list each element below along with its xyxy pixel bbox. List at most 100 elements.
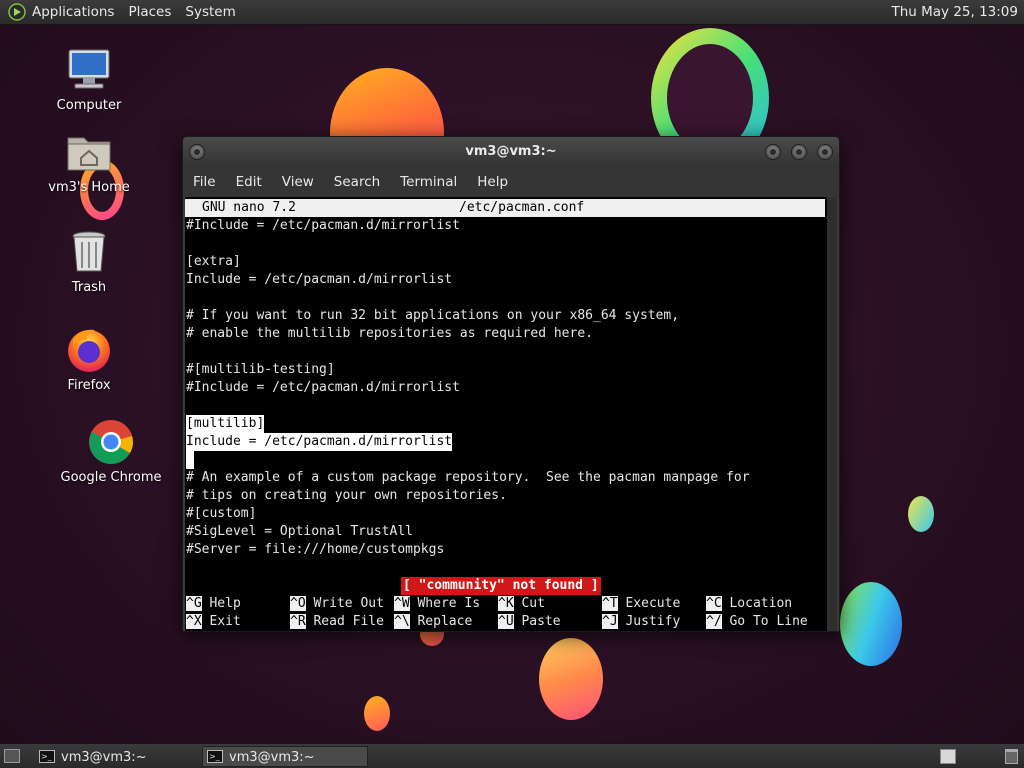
top-panel: Applications Places System Thu May 25, 1… <box>0 0 1024 25</box>
clock[interactable]: Thu May 25, 13:09 <box>891 4 1018 20</box>
shortcut-key: ^K <box>498 596 514 611</box>
shortcut-go-to-line[interactable]: ^/ Go To Line <box>706 613 808 631</box>
shade-button[interactable] <box>765 144 781 160</box>
editor-line[interactable]: # An example of a custom package reposit… <box>186 469 750 487</box>
decorative-blob <box>908 496 934 532</box>
shortcut-location[interactable]: ^C Location <box>706 595 792 613</box>
terminal-menubar: File Edit View Search Terminal Help <box>183 167 839 197</box>
shortcut-label: Help <box>209 596 241 611</box>
desktop-icon-home[interactable]: vm3's Home <box>29 128 149 195</box>
shortcut-key: ^J <box>602 614 618 629</box>
taskbar-item-terminal-2[interactable]: >_ vm3@vm3:~ <box>202 746 368 767</box>
window-titlebar[interactable]: vm3@vm3:~ <box>183 137 839 167</box>
shortcut-key: ^O <box>290 596 306 611</box>
shortcut-label: Go To Line <box>729 614 808 629</box>
editor-line[interactable]: #Include = /etc/pacman.d/mirrorlist <box>186 217 460 235</box>
editor-line[interactable]: # tips on creating your own repositories… <box>186 487 507 505</box>
nano-header: GNU nano 7.2 /etc/pacman.conf <box>185 199 825 217</box>
computer-icon <box>68 49 110 89</box>
shortcut-key: ^T <box>602 596 618 611</box>
shortcut-write-out[interactable]: ^O Write Out <box>290 595 384 613</box>
editor-line[interactable]: #[multilib-testing] <box>186 361 335 379</box>
menu-edit[interactable]: Edit <box>236 174 262 190</box>
shortcut-exit[interactable]: ^X Exit <box>186 613 241 631</box>
shortcut-label: Write Out <box>313 596 384 611</box>
shortcut-where-is[interactable]: ^W Where Is <box>394 595 480 613</box>
trash-applet-icon[interactable] <box>1005 749 1018 764</box>
editor-line-selected[interactable]: [multilib] <box>186 415 265 433</box>
shortcut-label: Paste <box>521 614 561 629</box>
shortcut-label: Cut <box>521 596 545 611</box>
chrome-icon <box>89 420 133 464</box>
terminal-icon: >_ <box>207 750 223 763</box>
shortcut-key: ^X <box>186 614 202 629</box>
distro-logo-icon[interactable] <box>8 3 26 21</box>
editor-line[interactable]: #[custom] <box>186 505 256 523</box>
editor-line[interactable]: #Server = file:///home/custompkgs <box>186 541 444 559</box>
desktop-icon-label: Google Chrome <box>60 470 162 485</box>
nano-version: GNU nano 7.2 <box>202 200 296 215</box>
desktop-icon-label: vm3's Home <box>48 180 130 195</box>
shortcut-cut[interactable]: ^K Cut <box>498 595 545 613</box>
text-cursor <box>186 451 194 469</box>
shortcut-paste[interactable]: ^U Paste <box>498 613 561 631</box>
shortcut-key: ^W <box>394 596 410 611</box>
trash-icon <box>72 231 106 272</box>
menu-help[interactable]: Help <box>477 174 508 190</box>
editor-line[interactable]: #SigLevel = Optional TrustAll <box>186 523 413 541</box>
menu-search[interactable]: Search <box>334 174 380 190</box>
shortcut-key: ^U <box>498 614 514 629</box>
shortcut-justify[interactable]: ^J Justify <box>602 613 680 631</box>
shortcut-label: Where Is <box>417 596 481 611</box>
places-menu[interactable]: Places <box>128 4 179 20</box>
nano-status-message: [ "community" not found ] <box>401 577 601 595</box>
minimize-button[interactable] <box>791 144 807 160</box>
window-title: vm3@vm3:~ <box>465 144 557 159</box>
shortcut-replace[interactable]: ^\ Replace <box>394 613 472 631</box>
menu-terminal[interactable]: Terminal <box>400 174 457 190</box>
shortcut-label: Exit <box>209 614 241 629</box>
desktop-icon-computer[interactable]: Computer <box>29 46 149 113</box>
desktop-icon-label: Firefox <box>67 378 111 393</box>
taskbar-item-terminal-1[interactable]: >_ vm3@vm3:~ <box>34 746 200 767</box>
shortcut-label: Location <box>729 596 793 611</box>
home-folder-icon <box>67 137 111 171</box>
shortcut-read-file[interactable]: ^R Read File <box>290 613 384 631</box>
terminal-area[interactable]: GNU nano 7.2 /etc/pacman.conf #Include =… <box>185 197 827 631</box>
editor-line[interactable]: Include = /etc/pacman.d/mirrorlist <box>186 271 452 289</box>
show-desktop-icon[interactable] <box>4 749 20 763</box>
menu-file[interactable]: File <box>193 174 216 190</box>
bottom-panel: >_ vm3@vm3:~ >_ vm3@vm3:~ <box>0 743 1024 768</box>
editor-line[interactable]: # If you want to run 32 bit applications… <box>186 307 679 325</box>
editor-line-selected[interactable]: Include = /etc/pacman.d/mirrorlist <box>186 433 453 451</box>
shortcut-label: Read File <box>313 614 384 629</box>
menu-view[interactable]: View <box>282 174 314 190</box>
applications-menu[interactable]: Applications <box>32 4 122 20</box>
shortcut-label: Justify <box>625 614 681 629</box>
decorative-blob <box>840 582 902 666</box>
terminal-scrollbar[interactable] <box>827 197 837 631</box>
firefox-icon <box>68 329 110 372</box>
workspace-switcher[interactable] <box>940 749 956 764</box>
desktop-icon-label: Trash <box>71 280 107 295</box>
editor-line[interactable]: # enable the multilib repositories as re… <box>186 325 593 343</box>
terminal-window[interactable]: vm3@vm3:~ File Edit View Search Terminal… <box>182 136 840 632</box>
editor-line[interactable]: #Include = /etc/pacman.d/mirrorlist <box>186 379 460 397</box>
taskbar-item-label: vm3@vm3:~ <box>229 750 315 765</box>
shortcut-execute[interactable]: ^T Execute <box>602 595 680 613</box>
shortcut-help[interactable]: ^G Help <box>186 595 241 613</box>
editor-line[interactable]: [extra] <box>186 253 241 271</box>
desktop-icon-label: Computer <box>56 98 122 113</box>
window-menu-button[interactable] <box>189 144 205 160</box>
editor-line-cursor[interactable] <box>186 451 194 469</box>
desktop-icon-chrome[interactable]: Google Chrome <box>51 418 171 485</box>
maximize-button[interactable] <box>817 144 833 160</box>
desktop-icon-firefox[interactable]: Firefox <box>29 326 149 393</box>
decorative-blob <box>364 696 390 731</box>
shortcut-key: ^/ <box>706 614 722 629</box>
taskbar-item-label: vm3@vm3:~ <box>61 750 147 765</box>
shortcut-label: Replace <box>417 614 473 629</box>
shortcut-key: ^\ <box>394 614 410 629</box>
desktop-icon-trash[interactable]: Trash <box>29 228 149 295</box>
system-menu[interactable]: System <box>185 4 243 20</box>
